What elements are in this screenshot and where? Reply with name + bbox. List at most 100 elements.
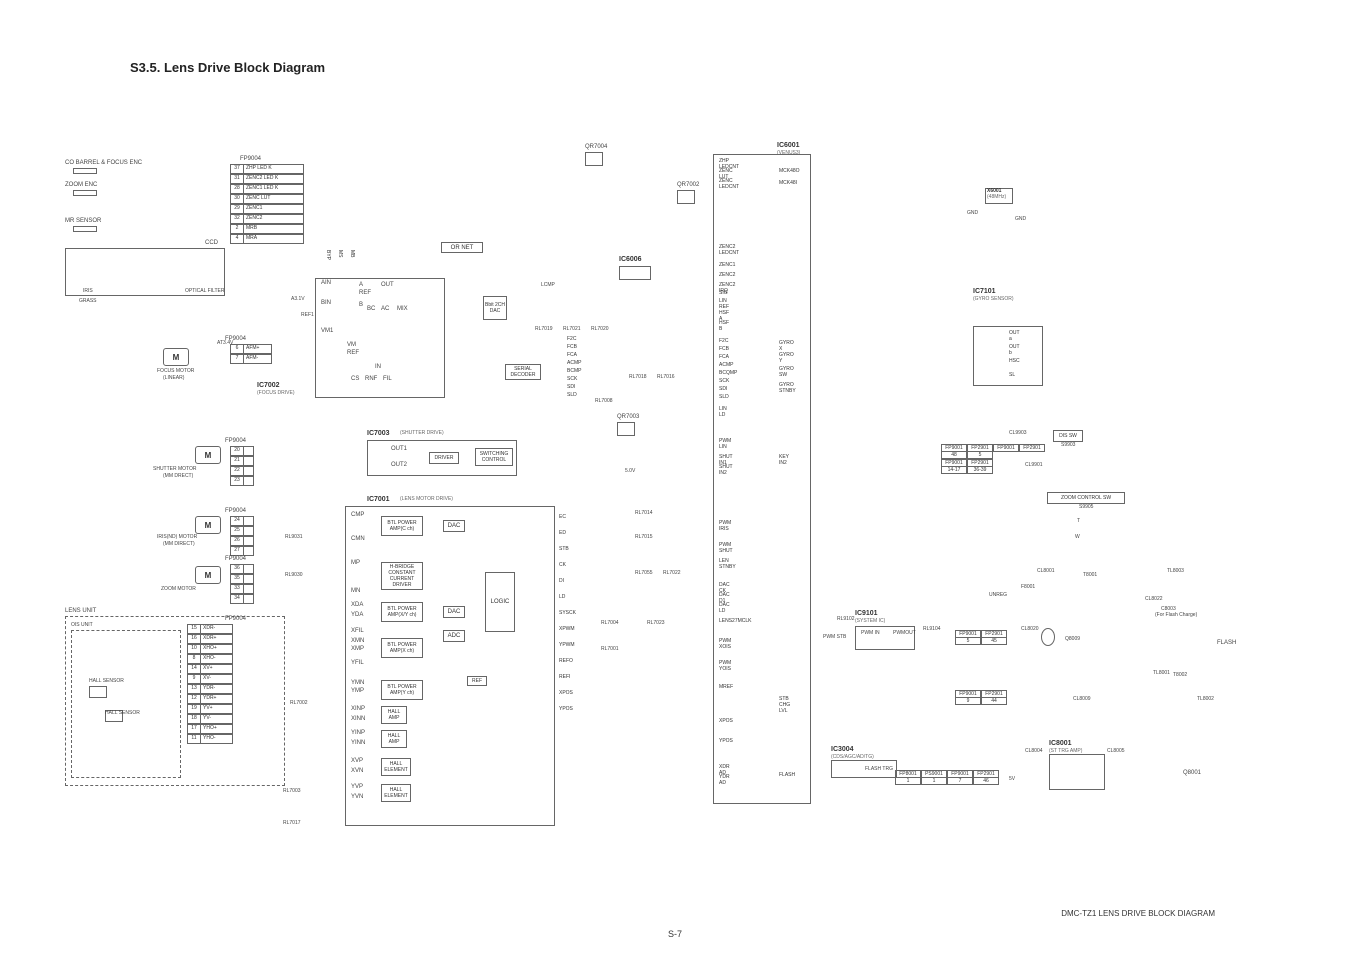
rl9102-label: RL9102 — [837, 616, 855, 622]
iris-label: IRIS — [83, 288, 93, 294]
ic7001-hallamp2: HALL AMP — [381, 730, 407, 748]
ic7001-btl1: BTL POWER AMP(C ch) — [381, 516, 423, 536]
ois-unit-box — [71, 630, 181, 778]
qr7002-box — [677, 190, 695, 204]
lcmp-label: LCMP — [541, 282, 555, 288]
ic7001-yvp: YVP — [351, 784, 363, 790]
ic7002-box — [315, 278, 445, 398]
dis-sw-box: DIS SW — [1053, 430, 1083, 442]
fp9004-label: FP9004 — [240, 156, 261, 162]
zoom-motor-label: ZOOM MOTOR — [161, 586, 196, 592]
ic3004-flashtrg: FLASH TRG — [865, 766, 893, 772]
cl8005-label: CL8005 — [1107, 748, 1125, 754]
ic7001-xvp: XVP — [351, 758, 363, 764]
ic7003-out2: OUT2 — [391, 462, 407, 468]
rl9104-label: RL9104 — [923, 626, 941, 632]
ic8001-sub: (ST TRG AMP) — [1049, 748, 1082, 754]
ic7002-in: IN — [375, 364, 381, 370]
cl8020-label: CL8020 — [1021, 626, 1039, 632]
ic7001-xfil: XFIL — [351, 628, 364, 634]
shutter-motor-icon — [195, 446, 221, 464]
ic7001-dac1: DAC — [443, 520, 465, 532]
co-barrel-label: CO BARREL & FOCUS ENC — [65, 160, 142, 166]
f8001-label: F8001 — [1021, 584, 1035, 590]
rl9030-label: RL9030 — [285, 572, 303, 578]
rl7055-label: RL7055 — [635, 570, 653, 576]
ic7003-driver: DRIVER — [429, 452, 459, 464]
zoom-motor-icon — [195, 566, 221, 584]
fp9004-label-6: FP9004 — [225, 616, 246, 622]
ic7101-name: IC7101 — [973, 288, 996, 295]
lens-unit-label: LENS UNIT — [65, 608, 96, 614]
ic7001-dac2: DAC — [443, 606, 465, 618]
rl7008-label: RL7008 — [595, 398, 613, 404]
ic7001-hallelem2: HALL ELEMENT — [381, 784, 411, 802]
focus-motor-icon — [163, 348, 189, 366]
ic7001-box — [345, 506, 555, 826]
ic7001-xda: XDA — [351, 602, 363, 608]
rl7019-label: RL7019 — [535, 326, 553, 332]
hall-sensor-label-2: HALL SENSOR — [105, 710, 140, 716]
shutter-mm-label: (MM DRECT) — [163, 473, 193, 479]
ic7101-box — [973, 326, 1043, 386]
zoom-w: W — [1075, 534, 1080, 540]
bbit-box: Bbit 2CH DAC — [483, 296, 507, 320]
ic7001-xmn: XMN — [351, 638, 364, 644]
ic7002-ref: REF — [359, 290, 371, 296]
zoom-sw-box: ZOOM CONTROL SW — [1047, 492, 1125, 504]
ic7001-cmn: CMN — [351, 536, 365, 542]
zoom-sw-s: S9905 — [1079, 504, 1093, 510]
ic7003-name: IC7003 — [367, 430, 390, 437]
ic7003-sub: (SHUTTER DRIVE) — [400, 430, 444, 436]
ic7002-bc: BC — [367, 306, 375, 312]
ref1-label: REF1 — [301, 312, 314, 318]
ic7001-ymn: YMN — [351, 680, 364, 686]
ic7002-ac: AC — [381, 306, 389, 312]
iris-motor-label: IRIS(ND) MOTOR — [157, 534, 197, 540]
serial-decoder-box: SERIAL DECODER — [505, 364, 541, 380]
footer-right: DMC-TZ1 LENS DRIVE BLOCK DIAGRAM — [1061, 909, 1215, 918]
hall-sensor-label-1: HALL SENSOR — [89, 678, 124, 684]
ic7002-mix: MIX — [397, 306, 408, 312]
ic8001-box — [1049, 754, 1105, 790]
ic7001-hallamp1: HALL AMP — [381, 706, 407, 724]
5-0v-label: 5.0V — [625, 468, 635, 474]
c8003-sub: (For Flash Charge) — [1155, 612, 1197, 618]
ic7001-adc: ADC — [443, 630, 465, 642]
ic6006-name: IC6006 — [619, 256, 642, 263]
ois-unit-label: OIS UNIT — [71, 622, 93, 628]
footer-center: S-7 — [668, 929, 682, 939]
cl8001-label: CL8001 — [1037, 568, 1055, 574]
at3-4v-label: AT3.4V — [217, 340, 233, 346]
q8009-shape — [1041, 628, 1055, 646]
dis-sw-s: S9903 — [1061, 442, 1075, 448]
ic7002-vm1: VM1 — [321, 328, 333, 334]
ic7001-mn: MN — [351, 588, 360, 594]
rl7018-label: RL7018 — [629, 374, 647, 380]
q8001-label: Q8001 — [1183, 770, 1201, 776]
ic7002-b: B — [359, 302, 363, 308]
ic9101-pwmstb-label: PWM STB — [823, 634, 846, 640]
ic7003-out1: OUT1 — [391, 446, 407, 452]
ccd-label: CCD — [205, 240, 218, 246]
ic7001-yvn: YVN — [351, 794, 363, 800]
flash-label: FLASH — [1217, 640, 1236, 646]
tl8003-label: TL8003 — [1167, 568, 1184, 574]
a3-1v-label: A3.1V — [291, 296, 305, 302]
ic7002-rnf: RNF — [365, 376, 377, 382]
cl8009-label: CL8009 — [1073, 696, 1091, 702]
rl7003-label: RL7003 — [283, 788, 301, 794]
ic7001-xinn: XINN — [351, 716, 365, 722]
ic8001-name: IC8001 — [1049, 740, 1072, 747]
rl7001-label: RL7001 — [601, 646, 619, 652]
ic7001-sub: (LENS MOTOR DRIVE) — [400, 496, 453, 502]
unreg-label: UNREG — [989, 592, 1007, 598]
ic7101-sub: (GYRO SENSOR) — [973, 296, 1014, 302]
ornet-box: OR NET — [441, 242, 483, 253]
ic7002-name: IC7002 — [257, 382, 280, 389]
tl8002-label: TL8002 — [1197, 696, 1214, 702]
ic9101-pwmin: PWM IN — [861, 630, 880, 636]
fp9004-label-5: FP9004 — [225, 556, 246, 562]
ic7002-ain: AIN — [321, 280, 331, 286]
cl8022-label: CL8022 — [1145, 596, 1163, 602]
